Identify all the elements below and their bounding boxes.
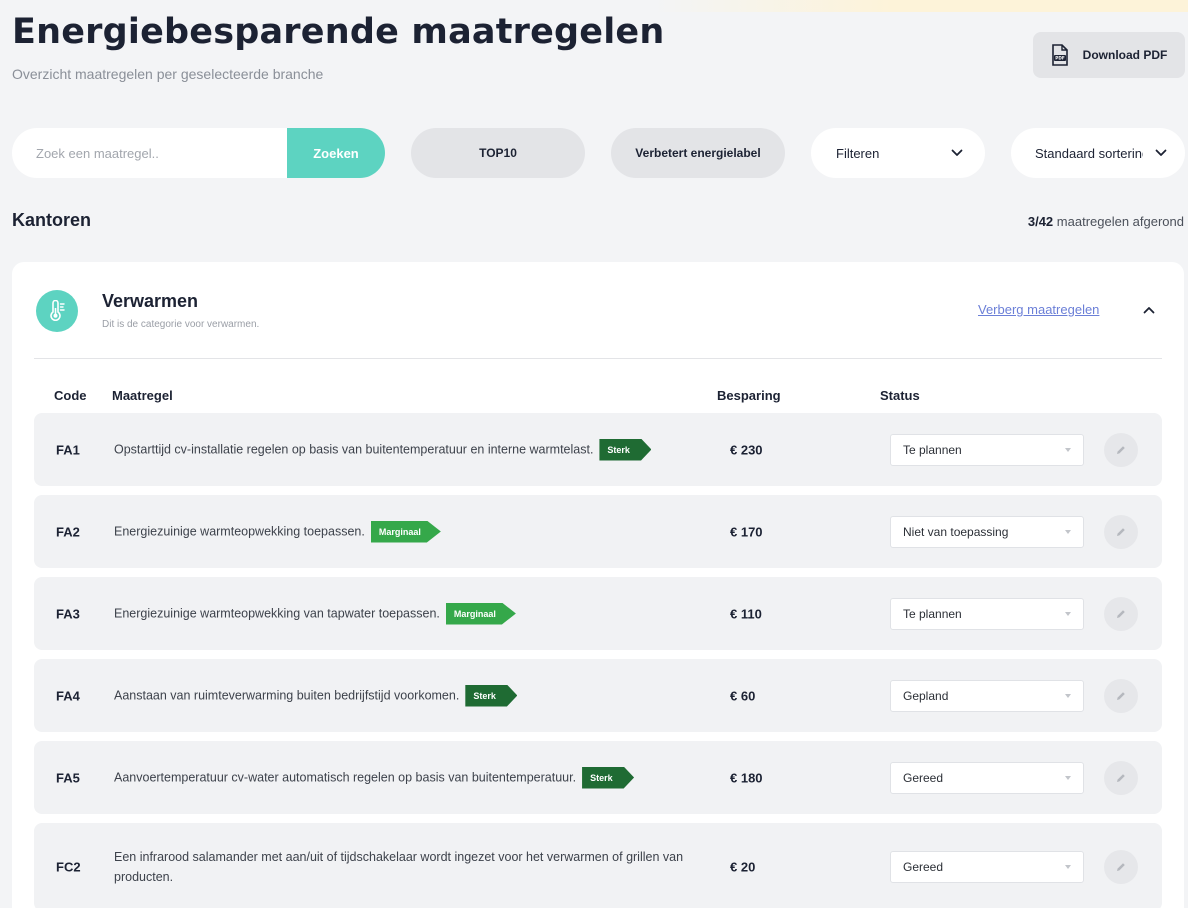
impact-badge: Marginaal [370, 520, 441, 543]
table-row: FA2 Energiezuinige warmteopwekking toepa… [34, 495, 1162, 568]
row-saving: € 110 [730, 606, 762, 621]
impact-badge: Sterk [599, 438, 652, 461]
search-button[interactable]: Zoeken [287, 128, 385, 178]
status-value: Te plannen [903, 606, 962, 621]
pencil-icon [1117, 773, 1125, 782]
chevron-down-icon [951, 149, 963, 156]
status-select[interactable]: Gereed [890, 761, 1084, 794]
impact-badge: Sterk [465, 684, 518, 707]
row-measure-text: Energiezuinige warmteopwekking van tapwa… [114, 605, 440, 620]
row-measure: Een infrarood salamander met aan/uit of … [114, 847, 714, 887]
svg-text:PDF: PDF [1055, 56, 1065, 61]
status-select[interactable]: Gepland [890, 679, 1084, 712]
edit-button[interactable] [1104, 514, 1138, 549]
row-code: FA4 [56, 688, 80, 703]
top10-button[interactable]: TOP10 [411, 128, 585, 178]
row-saving: € 230 [730, 442, 763, 457]
row-saving: € 180 [730, 770, 763, 785]
download-pdf-button[interactable]: PDF Download PDF [1033, 32, 1185, 78]
row-measure-text: Aanvoertemperatuur cv-water automatisch … [114, 769, 577, 784]
table-row: FA3 Energiezuinige warmteopwekking van t… [34, 577, 1162, 650]
status-value: Gepland [903, 688, 949, 703]
progress-count: 3/42 [1027, 214, 1054, 229]
sort-dropdown[interactable]: Standaard sortering [1011, 128, 1185, 178]
row-measure: Energiezuinige warmteopwekking toepassen… [114, 520, 714, 543]
column-header-saving: Besparing [717, 388, 781, 403]
table-row: FA5 Aanvoertemperatuur cv-water automati… [34, 741, 1162, 814]
category-title: Verwarmen [102, 291, 199, 311]
edit-button[interactable] [1104, 678, 1138, 713]
status-value: Gereed [903, 770, 944, 785]
edit-button[interactable] [1104, 850, 1138, 884]
thermometer-icon [36, 290, 78, 332]
row-saving: € 20 [730, 859, 756, 875]
row-measure: Energiezuinige warmteopwekking van tapwa… [114, 602, 714, 625]
status-select[interactable]: Te plannen [890, 433, 1084, 466]
row-measure-text: Opstarttijd cv-installatie regelen op ba… [114, 441, 594, 456]
row-measure-text: Een infrarood salamander met aan/uit of … [114, 850, 684, 884]
pencil-icon [1117, 445, 1125, 454]
pencil-icon [1117, 527, 1125, 536]
progress-suffix: maatregelen afgerond [1056, 214, 1184, 229]
caret-down-icon [1065, 775, 1071, 780]
hide-measures-link[interactable]: Verberg maatregelen [978, 302, 1099, 317]
download-pdf-label: Download PDF [1082, 48, 1168, 62]
table-row: FC2 Een infrarood salamander met aan/uit… [34, 823, 1162, 908]
table-row: FA1 Opstarttijd cv-installatie regelen o… [34, 413, 1162, 486]
measures-table: FA1 Opstarttijd cv-installatie regelen o… [34, 413, 1162, 908]
top-accent-bar [0, 0, 1188, 12]
row-code: FA1 [56, 442, 80, 457]
divider [34, 358, 1162, 359]
edit-button[interactable] [1104, 596, 1138, 631]
caret-down-icon [1065, 529, 1071, 534]
caret-down-icon [1065, 865, 1071, 869]
chevron-down-icon [1155, 149, 1167, 156]
row-measure: Opstarttijd cv-installatie regelen op ba… [114, 438, 714, 461]
pdf-file-icon: PDF [1051, 44, 1068, 66]
filter-dropdown[interactable]: Filteren [811, 128, 985, 178]
pencil-icon [1117, 691, 1125, 700]
caret-down-icon [1065, 447, 1071, 452]
energy-label-button[interactable]: Verbetert energielabel [611, 128, 785, 178]
status-value: Niet van toepassing [903, 524, 1009, 539]
status-select[interactable]: Gereed [890, 851, 1084, 883]
pencil-icon [1117, 863, 1125, 871]
status-value: Te plannen [903, 442, 962, 457]
table-row: FA4 Aanstaan van ruimteverwarming buiten… [34, 659, 1162, 732]
row-code: FA3 [56, 606, 80, 621]
caret-down-icon [1065, 611, 1071, 616]
row-code: FA5 [56, 770, 80, 785]
row-measure-text: Energiezuinige warmteopwekking toepassen… [114, 523, 365, 538]
category-description: Dit is de categorie voor verwarmen. [102, 319, 260, 330]
row-measure: Aanstaan van ruimteverwarming buiten bed… [114, 684, 714, 707]
row-code: FA2 [56, 524, 80, 539]
page-title: Energiebesparende maatregelen [12, 12, 665, 52]
page-subtitle: Overzicht maatregelen per geselecteerde … [12, 66, 324, 82]
status-value: Gereed [903, 860, 944, 874]
column-header-status: Status [880, 388, 920, 403]
search-input[interactable] [12, 128, 282, 178]
row-saving: € 170 [730, 524, 763, 539]
caret-down-icon [1065, 693, 1071, 698]
filter-label: Filteren [836, 145, 880, 161]
section-title: Kantoren [12, 210, 92, 230]
column-header-code: Code [54, 388, 87, 403]
edit-button[interactable] [1104, 760, 1138, 795]
status-select[interactable]: Te plannen [890, 597, 1084, 630]
search-bar: Zoeken [12, 128, 385, 178]
progress-text: 3/42 maatregelen afgerond [1028, 214, 1184, 229]
row-saving: € 60 [730, 688, 756, 703]
row-measure-text: Aanstaan van ruimteverwarming buiten bed… [114, 687, 460, 702]
impact-badge: Sterk [582, 766, 635, 789]
impact-badge: Marginaal [445, 602, 516, 625]
pencil-icon [1117, 609, 1125, 618]
sort-label: Standaard sortering [1035, 145, 1143, 161]
edit-button[interactable] [1104, 432, 1138, 467]
category-card: Verwarmen Dit is de categorie voor verwa… [12, 262, 1184, 908]
row-measure: Aanvoertemperatuur cv-water automatisch … [114, 766, 714, 789]
row-code: FC2 [56, 859, 81, 875]
column-header-measure: Maatregel [112, 388, 173, 403]
chevron-up-icon[interactable] [1143, 306, 1155, 314]
status-select[interactable]: Niet van toepassing [890, 515, 1084, 548]
